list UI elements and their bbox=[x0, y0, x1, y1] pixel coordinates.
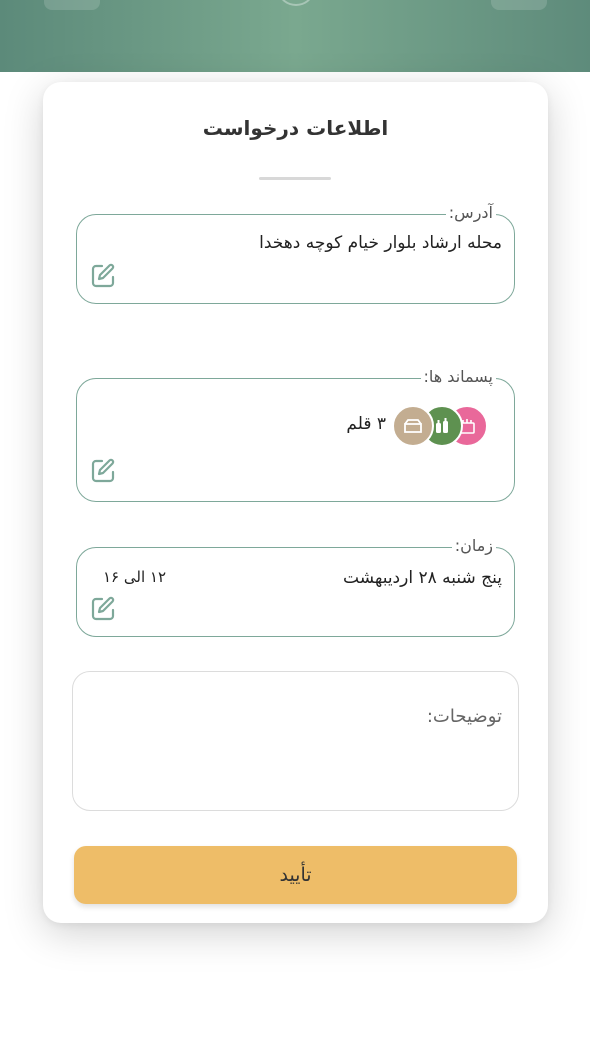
header-left-button[interactable] bbox=[44, 0, 100, 10]
waste-field: پسماند ها: ۳ قلم bbox=[76, 367, 515, 502]
pencil-edit-icon[interactable] bbox=[89, 457, 117, 485]
pencil-edit-icon[interactable] bbox=[89, 595, 117, 623]
waste-count: ۳ قلم bbox=[346, 414, 386, 434]
address-label: آدرس: bbox=[445, 203, 496, 223]
box-beige-icon bbox=[392, 405, 434, 447]
waste-label: پسماند ها: bbox=[420, 367, 496, 387]
time-date: پنج شنبه ۲۸ اردیبهشت bbox=[343, 568, 502, 588]
title-divider bbox=[259, 177, 331, 180]
address-value: محله ارشاد بلوار خیام کوچه دهخدا bbox=[259, 233, 502, 253]
time-field: زمان: پنج شنبه ۲۸ اردیبهشت ۱۲ الی ۱۶ bbox=[76, 536, 515, 637]
header-logo bbox=[279, 0, 313, 6]
card-title: اطلاعات درخواست bbox=[202, 116, 389, 140]
time-range: ۱۲ الی ۱۶ bbox=[103, 568, 167, 586]
top-header bbox=[0, 0, 590, 72]
request-info-card: اطلاعات درخواست آدرس: محله ارشاد بلوار خ… bbox=[43, 82, 548, 923]
pencil-edit-icon[interactable] bbox=[89, 262, 117, 290]
notes-textarea[interactable]: توضیحات: bbox=[72, 671, 519, 811]
header-right-button[interactable] bbox=[491, 0, 547, 10]
confirm-button[interactable]: تأیید bbox=[74, 846, 517, 904]
address-field: آدرس: محله ارشاد بلوار خیام کوچه دهخدا bbox=[76, 203, 515, 304]
notes-placeholder: توضیحات: bbox=[426, 706, 502, 727]
time-label: زمان: bbox=[451, 536, 496, 556]
